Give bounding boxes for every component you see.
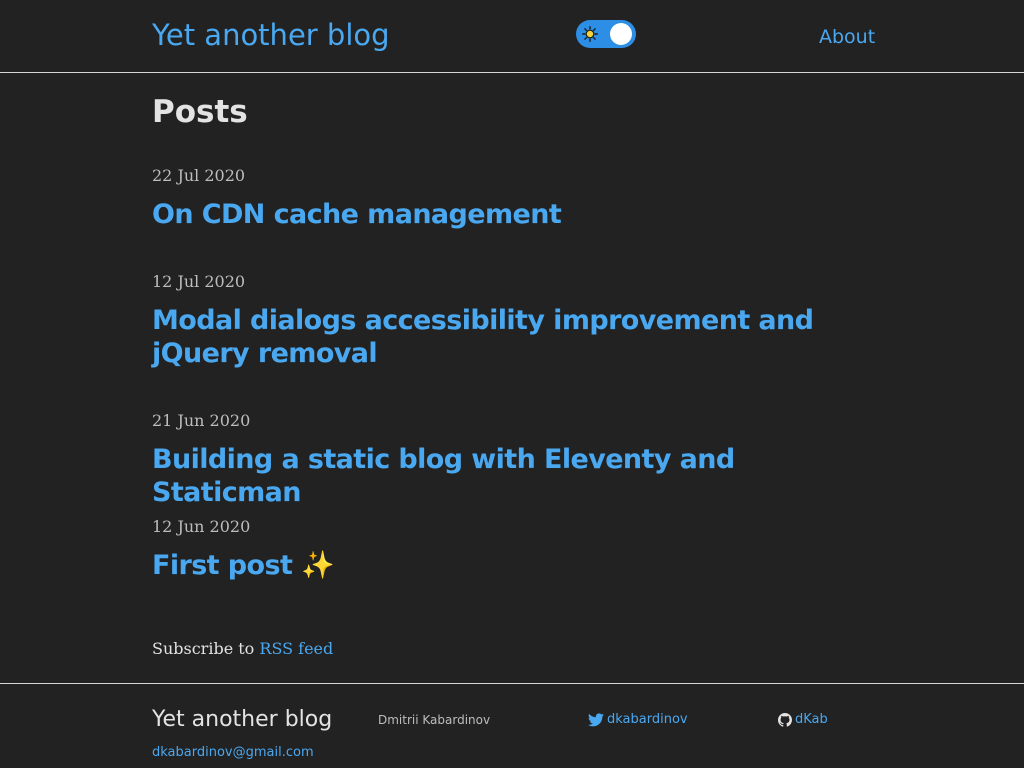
post-title-link[interactable]: Building a static blog with Eleventy and… <box>152 443 872 509</box>
subscribe-text: Subscribe to <box>152 639 260 658</box>
post-date: 12 Jul 2020 <box>152 272 246 291</box>
rss-feed-link[interactable]: RSS feed <box>259 639 333 658</box>
toggle-knob <box>610 23 632 45</box>
page-title: Posts <box>152 94 248 130</box>
site-header: Yet another blog About <box>0 0 1024 73</box>
post-item: 12 Jun 2020 First post ✨ <box>152 517 872 582</box>
github-link[interactable]: dKab <box>778 712 828 728</box>
email-link[interactable]: dkabardinov@gmail.com <box>152 745 314 761</box>
site-title-link[interactable]: Yet another blog <box>152 15 390 55</box>
post-item: 21 Jun 2020 Building a static blog with … <box>152 411 872 509</box>
post-item: 22 Jul 2020 On CDN cache management <box>152 166 872 231</box>
post-date: 22 Jul 2020 <box>152 166 246 185</box>
theme-toggle[interactable] <box>576 20 636 48</box>
footer-site-title: Yet another blog <box>152 707 333 732</box>
nav-about-link[interactable]: About <box>819 25 875 49</box>
twitter-handle: dkabardinov <box>607 712 688 727</box>
post-title-link[interactable]: First post ✨ <box>152 549 872 582</box>
footer-author-name: Dmitrii Kabardinov <box>378 713 491 727</box>
github-icon <box>778 713 792 727</box>
subscribe-line: Subscribe to RSS feed <box>152 638 333 660</box>
site-footer: Yet another blog Dmitrii Kabardinov dkab… <box>0 683 1024 768</box>
post-title-link[interactable]: Modal dialogs accessibility improvement … <box>152 304 872 370</box>
post-date: 12 Jun 2020 <box>152 517 251 536</box>
post-title-link[interactable]: On CDN cache management <box>152 198 872 231</box>
twitter-link[interactable]: dkabardinov <box>588 712 688 728</box>
post-item: 12 Jul 2020 Modal dialogs accessibility … <box>152 272 872 370</box>
twitter-icon <box>588 713 604 727</box>
github-handle: dKab <box>795 712 828 727</box>
post-date: 21 Jun 2020 <box>152 411 251 430</box>
sun-icon <box>582 26 598 42</box>
